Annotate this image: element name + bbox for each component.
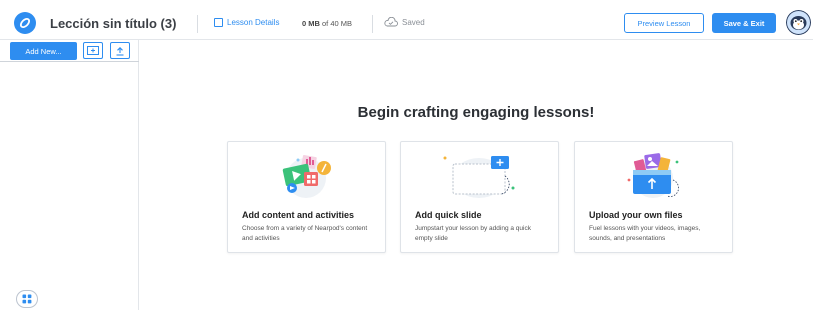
slides-sidebar: Add New...	[0, 40, 139, 310]
sidebar-toolbar: Add New...	[0, 40, 139, 62]
add-slide-icon	[87, 46, 99, 55]
upload-icon	[116, 46, 124, 56]
card-description: Fuel lessons with your videos, images, s…	[589, 225, 701, 242]
lesson-details-label: Lesson Details	[227, 18, 280, 27]
lesson-details-link[interactable]: Lesson Details	[214, 18, 279, 27]
main-canvas: Begin crafting engaging lessons! Add con…	[139, 40, 813, 310]
user-avatar[interactable]	[786, 10, 811, 35]
add-slide-button[interactable]	[83, 42, 103, 59]
upload-button[interactable]	[110, 42, 130, 59]
card-description: Choose from a variety of Nearpod's conte…	[242, 225, 368, 242]
content-activities-illustration	[228, 150, 385, 202]
card-title: Upload your own files	[589, 210, 683, 220]
lesson-title[interactable]: Lección sin título (3)	[50, 16, 176, 31]
grid-menu-icon	[22, 294, 32, 304]
divider	[197, 15, 198, 33]
upload-files-illustration	[575, 150, 732, 202]
cloud-check-icon	[384, 17, 398, 27]
save-status: Saved	[384, 17, 425, 27]
storage-total: of 40 MB	[322, 19, 353, 28]
save-exit-button[interactable]: Save & Exit	[712, 13, 776, 33]
preview-lesson-button[interactable]: Preview Lesson	[624, 13, 704, 33]
quick-slide-illustration	[401, 150, 558, 202]
card-title: Add quick slide	[415, 210, 482, 220]
edit-icon	[214, 18, 223, 27]
add-quick-slide-card[interactable]: Add quick slide Jumpstart your lesson by…	[400, 141, 559, 253]
nearpod-logo-icon[interactable]	[14, 12, 36, 34]
upload-files-card[interactable]: Upload your own files Fuel lessons with …	[574, 141, 733, 253]
card-title: Add content and activities	[242, 210, 355, 220]
storage-used: 0 MB	[302, 19, 320, 28]
nearpod-lesson-editor: Lección sin título (3) Lesson Details 0 …	[0, 0, 813, 310]
add-content-card[interactable]: Add content and activities Choose from a…	[227, 141, 386, 253]
divider	[372, 15, 373, 33]
saved-label: Saved	[402, 17, 425, 27]
card-description: Jumpstart your lesson by adding a quick …	[415, 225, 531, 242]
empty-state-heading: Begin crafting engaging lessons!	[357, 104, 595, 121]
add-new-button[interactable]: Add New...	[10, 42, 77, 60]
top-bar: Lección sin título (3) Lesson Details 0 …	[0, 8, 813, 40]
storage-indicator: 0 MB of 40 MB	[302, 19, 352, 28]
grid-menu-button[interactable]	[16, 290, 38, 308]
